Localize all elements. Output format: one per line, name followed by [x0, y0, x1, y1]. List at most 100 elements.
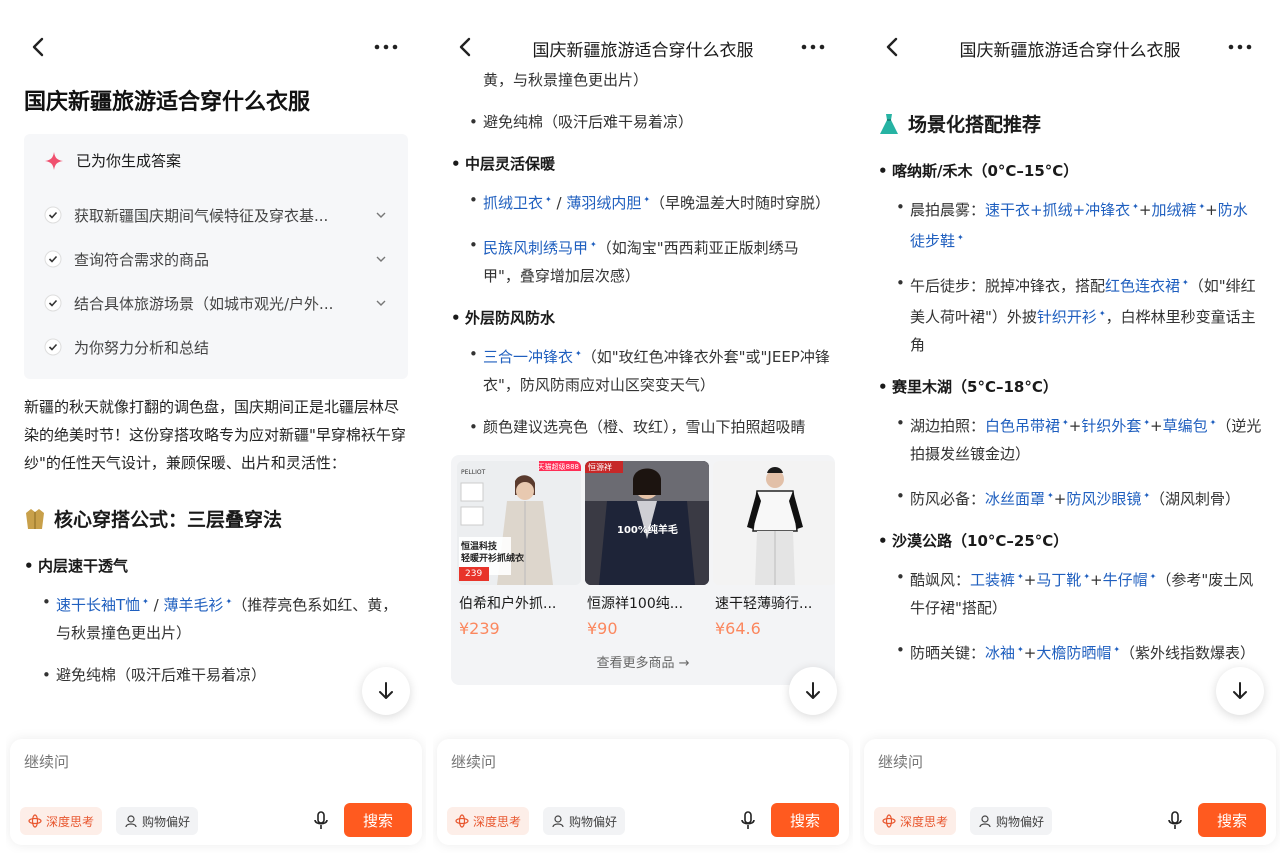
- layer-heading: 内层速干透气: [24, 552, 408, 580]
- nav-bar: [6, 26, 426, 70]
- chevron-down-icon[interactable]: [374, 252, 388, 266]
- chevron-down-icon[interactable]: [374, 208, 388, 222]
- chat-input[interactable]: [24, 753, 324, 771]
- product-link[interactable]: 牛仔帽: [1103, 571, 1157, 589]
- place-heading: 喀纳斯/禾木（0°C–15°C）: [878, 157, 1262, 185]
- separator: /: [148, 596, 164, 614]
- section-title-label: 核心穿搭公式：三层叠穿法: [54, 509, 283, 531]
- step-item[interactable]: 查询符合需求的商品: [44, 237, 388, 281]
- product-link[interactable]: 针织开衫: [1037, 308, 1106, 326]
- deep-think-toggle[interactable]: 深度思考: [447, 807, 530, 835]
- user-icon: [552, 815, 564, 828]
- see-more-products-link[interactable]: 查看更多商品 →: [451, 652, 835, 671]
- shopping-pref-button[interactable]: 购物偏好: [116, 807, 199, 835]
- product-card[interactable]: 恒源祥 100%纯羊毛 恒源祥100纯... ¥90: [585, 461, 709, 638]
- deep-think-toggle[interactable]: 深度思考: [20, 807, 103, 835]
- product-link[interactable]: 抓绒卫衣: [483, 194, 552, 212]
- screen-1: 国庆新疆旅游适合穿什么衣服 已为你生成答案 获取新疆国庆期间气候特征及穿衣基..…: [6, 0, 426, 853]
- plus: +: [1205, 201, 1218, 219]
- brand-badge: 恒源祥: [588, 463, 612, 472]
- nav-title: 国庆新疆旅游适合穿什么衣服: [959, 41, 1181, 61]
- product-link[interactable]: 速干长袖T恤: [56, 596, 149, 614]
- arrow-down-icon: [1233, 682, 1247, 699]
- product-name: 速干轻薄骑行...: [715, 596, 813, 612]
- cycling-jacket-photo: [713, 461, 835, 585]
- step-label: 获取新疆国庆期间气候特征及穿衣基...: [74, 206, 329, 225]
- atom-icon: [28, 814, 42, 828]
- plus: +: [1068, 417, 1082, 435]
- arrow-down-icon: [379, 682, 393, 699]
- list-item: 晨拍晨雾：速干衣+抓绒+冲锋衣+加绒裤+防水徒步鞋: [878, 193, 1262, 255]
- item-tail: （早晚温差大时随时穿脱）: [650, 194, 831, 212]
- product-link[interactable]: 薄羊毛衫: [163, 596, 232, 614]
- chat-content[interactable]: 国庆新疆旅游适合穿什么衣服 已为你生成答案 获取新疆国庆期间气候特征及穿衣基..…: [24, 70, 408, 735]
- step-item[interactable]: 获取新疆国庆期间气候特征及穿衣基...: [44, 193, 388, 237]
- microphone-icon[interactable]: [1166, 811, 1184, 831]
- product-link[interactable]: 冰袖: [985, 644, 1024, 662]
- search-button[interactable]: 搜索: [344, 803, 412, 837]
- product-price: ¥90: [587, 619, 618, 638]
- product-name: 伯希和户外抓...: [459, 596, 557, 612]
- chevron-down-icon[interactable]: [374, 296, 388, 310]
- more-icon[interactable]: [1226, 36, 1254, 58]
- check-circle-icon: [44, 294, 62, 312]
- step-item[interactable]: 为你努力分析和总结: [44, 325, 388, 369]
- product-link[interactable]: 草编包: [1163, 417, 1217, 435]
- section-title: 场景化搭配推荐: [878, 110, 1262, 137]
- intro-paragraph: 新疆的秋天就像打翻的调色盘，国庆期间正是北疆层林尽染的绝美时节！这份穿搭攻略专为…: [24, 398, 406, 472]
- atom-icon: [455, 814, 469, 828]
- list-item: 防风必备：冰丝面罩+防风沙眼镜（湖风刺骨）: [878, 482, 1262, 513]
- layer-heading: 中层灵活保暖: [451, 150, 835, 178]
- chat-input[interactable]: [451, 753, 751, 771]
- dress-icon: [880, 113, 898, 134]
- deep-think-toggle[interactable]: 深度思考: [874, 807, 957, 835]
- item-prefix: 午后徒步：脱掉冲锋衣，搭配: [910, 277, 1106, 295]
- chat-content[interactable]: 黄，与秋景撞色更出片） 避免纯棉（吸汗后难干易着凉） 中层灵活保暖 抓绒卫衣 /…: [451, 66, 835, 735]
- chat-content[interactable]: 场景化搭配推荐 喀纳斯/禾木（0°C–15°C） 晨拍晨雾：速干衣+抓绒+冲锋衣…: [878, 70, 1262, 735]
- plus: +: [1023, 571, 1037, 589]
- product-link[interactable]: 针织外套: [1081, 417, 1150, 435]
- product-link[interactable]: 薄羽绒内胆: [566, 194, 650, 212]
- product-price: ¥64.6: [715, 619, 761, 638]
- list-item-continuation: 黄，与秋景撞色更出片）: [483, 71, 649, 89]
- more-icon[interactable]: [372, 36, 400, 58]
- search-button[interactable]: 搜索: [771, 803, 839, 837]
- product-link[interactable]: 三合一冲锋衣: [483, 348, 582, 366]
- product-link[interactable]: 工装裤: [970, 571, 1024, 589]
- product-link[interactable]: 民族风刺绣马甲: [483, 239, 597, 257]
- layer-heading: 外层防风防水: [451, 304, 835, 332]
- search-button[interactable]: 搜索: [1198, 803, 1266, 837]
- scroll-down-button[interactable]: [789, 667, 837, 715]
- shopping-pref-button[interactable]: 购物偏好: [970, 807, 1053, 835]
- product-link[interactable]: 冰丝面罩: [985, 490, 1054, 508]
- step-item[interactable]: 结合具体旅游场景（如城市观光/户外...: [44, 281, 388, 325]
- chat-input[interactable]: [878, 753, 1178, 771]
- product-link[interactable]: 速干衣+抓绒+冲锋衣: [985, 201, 1139, 219]
- scroll-down-button[interactable]: [1216, 667, 1264, 715]
- screen-2: 国庆新疆旅游适合穿什么衣服 黄，与秋景撞色更出片） 避免纯棉（吸汗后难干易着凉）…: [433, 0, 853, 853]
- product-link[interactable]: 马丁靴: [1036, 571, 1090, 589]
- product-link[interactable]: 红色连衣裙: [1105, 277, 1189, 295]
- product-link[interactable]: 大檐防晒帽: [1036, 644, 1120, 662]
- product-link[interactable]: 防风沙眼镜: [1066, 490, 1150, 508]
- check-circle-icon: [44, 338, 62, 356]
- shopping-pref-button[interactable]: 购物偏好: [543, 807, 626, 835]
- arrow-down-icon: [806, 682, 820, 699]
- user-icon: [979, 815, 991, 828]
- item-prefix: 防晒关键：: [910, 644, 986, 662]
- product-link[interactable]: 白色吊带裙: [985, 417, 1069, 435]
- product-card[interactable]: PELLIOT 天猫超级888 恒温科技 轻暖开衫抓绒衣 239 伯希和户外抓.…: [457, 461, 581, 638]
- product-card[interactable]: 速干轻薄骑行... ¥64.6: [713, 461, 835, 638]
- scroll-down-button[interactable]: [362, 667, 410, 715]
- deep-think-label: 深度思考: [900, 814, 949, 829]
- microphone-icon[interactable]: [739, 811, 757, 831]
- product-row: PELLIOT 天猫超级888 恒温科技 轻暖开衫抓绒衣 239 伯希和户外抓.…: [457, 461, 835, 638]
- chat-input-box: 深度思考 购物偏好 搜索: [10, 739, 422, 845]
- plus: +: [1150, 417, 1163, 435]
- sparkle-icon: [45, 151, 63, 170]
- back-icon[interactable]: [28, 36, 48, 58]
- shopping-pref-label: 购物偏好: [569, 814, 618, 829]
- more-icon[interactable]: [799, 36, 827, 58]
- microphone-icon[interactable]: [312, 811, 330, 831]
- product-link[interactable]: 加绒裤: [1151, 201, 1205, 219]
